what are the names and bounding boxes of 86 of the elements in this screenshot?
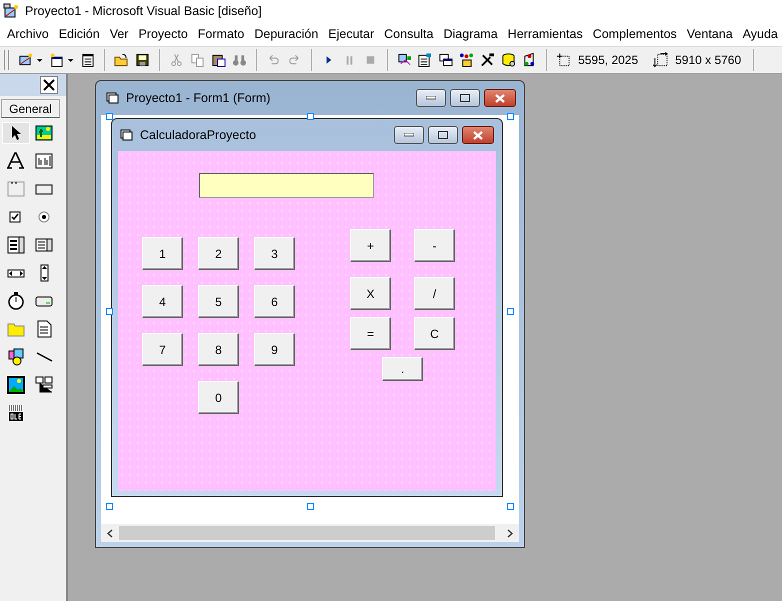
calculator-button[interactable]: 1 bbox=[142, 237, 183, 270]
calculator-button[interactable]: 8 bbox=[198, 333, 239, 366]
list-box-icon[interactable] bbox=[35, 236, 53, 254]
menu-item[interactable]: Archivo bbox=[2, 27, 54, 41]
maximize-icon bbox=[460, 94, 470, 102]
maximize-icon bbox=[438, 131, 448, 139]
close-icon bbox=[495, 94, 505, 102]
menu-item[interactable]: Formato bbox=[192, 27, 250, 41]
size-readout: 5910 x 5760 bbox=[675, 53, 742, 67]
paste-icon[interactable] bbox=[211, 52, 226, 68]
minimize-button[interactable] bbox=[416, 89, 446, 107]
display-field[interactable] bbox=[199, 173, 374, 198]
scroll-right-icon[interactable] bbox=[507, 528, 513, 538]
minimize-button[interactable] bbox=[394, 126, 424, 144]
image-icon[interactable] bbox=[7, 376, 25, 394]
resize-handle[interactable] bbox=[106, 113, 113, 120]
maximize-button[interactable] bbox=[450, 89, 480, 107]
menu-item[interactable]: Ver bbox=[104, 27, 134, 41]
stopwatch-icon[interactable] bbox=[7, 292, 25, 310]
toolbox-tab[interactable]: General bbox=[1, 99, 60, 118]
menu-item[interactable]: Complementos bbox=[588, 27, 682, 41]
menu-item[interactable]: Herramientas bbox=[502, 27, 588, 41]
resize-handle[interactable] bbox=[507, 113, 514, 120]
calculator-button[interactable]: + bbox=[350, 229, 391, 262]
calculator-button[interactable]: 4 bbox=[142, 285, 183, 318]
scroll-left-icon[interactable] bbox=[107, 528, 113, 538]
picture-box-icon[interactable] bbox=[35, 124, 53, 142]
menu-editor-icon[interactable] bbox=[80, 52, 96, 68]
minimize-icon bbox=[404, 133, 414, 137]
window-title: Proyecto1 - Microsoft Visual Basic [diseño] bbox=[25, 4, 262, 18]
resize-handle[interactable] bbox=[106, 503, 113, 510]
menu-item[interactable]: Edición bbox=[54, 27, 105, 41]
resize-handle[interactable] bbox=[307, 113, 314, 120]
menu-item[interactable]: Consulta bbox=[379, 27, 438, 41]
file-list-icon[interactable] bbox=[35, 320, 53, 338]
combo-box-icon[interactable] bbox=[7, 236, 25, 254]
calculator-button[interactable]: - bbox=[414, 229, 455, 262]
menu-item[interactable]: Proyecto bbox=[133, 27, 193, 41]
save-icon[interactable] bbox=[135, 52, 150, 68]
shapes-icon[interactable] bbox=[7, 348, 25, 366]
minimize-icon bbox=[426, 96, 436, 100]
form-title: CalculadoraProyecto bbox=[140, 128, 256, 142]
calculator-button[interactable]: 3 bbox=[254, 237, 295, 270]
menu-item[interactable]: Depuración bbox=[249, 27, 324, 41]
position-icon bbox=[556, 52, 572, 68]
calculator-button[interactable]: . bbox=[382, 357, 423, 381]
calculator-button[interactable]: 9 bbox=[254, 333, 295, 366]
database-icon[interactable] bbox=[501, 52, 516, 68]
app-icon bbox=[3, 3, 19, 19]
add-form-icon[interactable] bbox=[49, 52, 64, 68]
ole-container-icon[interactable] bbox=[7, 404, 25, 422]
calculator-button[interactable]: = bbox=[350, 317, 391, 350]
form-icon bbox=[120, 129, 134, 141]
properties-icon[interactable] bbox=[417, 52, 432, 68]
form-layout-icon[interactable] bbox=[438, 52, 454, 68]
resize-handle[interactable] bbox=[507, 503, 514, 510]
calculator-button[interactable]: C bbox=[414, 317, 455, 350]
calculator-button[interactable]: / bbox=[414, 277, 455, 310]
calculator-button[interactable]: 5 bbox=[198, 285, 239, 318]
position-readout: 5595, 2025 bbox=[578, 53, 638, 67]
calculator-button[interactable]: 0 bbox=[198, 381, 239, 414]
close-button[interactable] bbox=[484, 89, 516, 107]
close-button[interactable] bbox=[462, 126, 494, 144]
menu-item[interactable]: Ayuda bbox=[738, 27, 782, 41]
maximize-button[interactable] bbox=[428, 126, 458, 144]
horizontal-scrollbar[interactable] bbox=[101, 524, 519, 542]
calculator-button[interactable]: 6 bbox=[254, 285, 295, 318]
close-icon bbox=[473, 130, 483, 140]
form-icon bbox=[106, 92, 120, 104]
calculator-button[interactable]: X bbox=[350, 277, 391, 310]
menu-item[interactable]: Ventana bbox=[682, 27, 738, 41]
close-icon[interactable] bbox=[40, 76, 58, 94]
resize-handle[interactable] bbox=[307, 503, 314, 510]
text-box-icon[interactable] bbox=[35, 152, 53, 170]
menu-item[interactable]: Diagrama bbox=[438, 27, 503, 41]
calculator-button[interactable]: 7 bbox=[142, 333, 183, 366]
label-icon[interactable] bbox=[7, 152, 25, 170]
copy-icon[interactable] bbox=[190, 52, 206, 68]
calculator-button[interactable]: 2 bbox=[198, 237, 239, 270]
open-folder-icon[interactable] bbox=[114, 52, 130, 68]
resize-handle[interactable] bbox=[106, 308, 113, 315]
designer-window-title: Proyecto1 - Form1 (Form) bbox=[126, 91, 270, 105]
add-project-icon[interactable] bbox=[18, 52, 33, 68]
size-icon bbox=[653, 52, 668, 68]
resize-handle[interactable] bbox=[507, 308, 514, 315]
menu-item[interactable]: Ejecutar bbox=[323, 27, 380, 41]
